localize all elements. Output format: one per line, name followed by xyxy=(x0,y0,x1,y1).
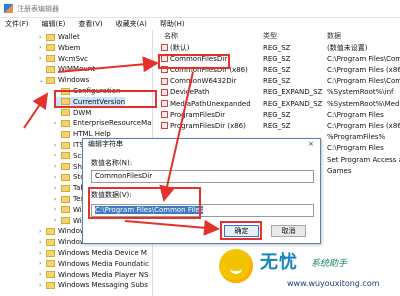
watermark-title: 无忧 xyxy=(260,252,298,273)
arrow-to-ok-button xyxy=(124,219,220,236)
arrow-to-currentversion xyxy=(23,92,49,129)
watermark-subtitle: 系统助手 xyxy=(311,259,348,269)
arrow-to-commonfilesdir xyxy=(57,56,159,73)
smile-logo-icon xyxy=(219,249,253,283)
watermark-url: www.wuyouxitong.com xyxy=(287,279,380,288)
arrow-to-value-data xyxy=(159,71,194,202)
watermark: 无忧 系统助手 www.wuyouxitong.com xyxy=(219,247,399,293)
